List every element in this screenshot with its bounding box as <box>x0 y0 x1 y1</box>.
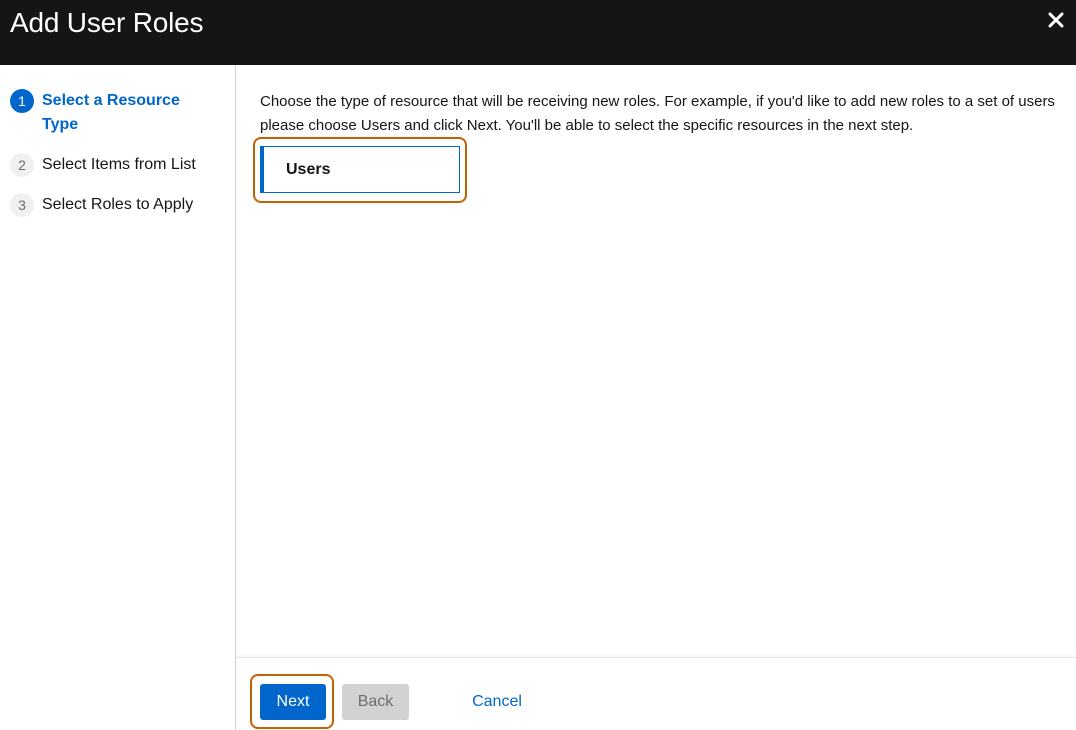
wizard-footer: Next Back Cancel <box>236 657 1076 730</box>
wizard-step-select-items[interactable]: 2 Select Items from List <box>10 153 212 177</box>
wizard-body: Choose the type of resource that will be… <box>236 65 1076 658</box>
step-label: Select Roles to Apply <box>42 196 194 213</box>
cancel-button[interactable]: Cancel <box>462 684 532 720</box>
resource-tile-users[interactable]: Users <box>260 146 460 193</box>
resource-tile-label: Users <box>286 160 331 178</box>
wizard-nav: 1 Select a Resource Type 2 Select Items … <box>0 65 236 730</box>
modal-title: Add User Roles <box>10 7 204 38</box>
close-icon <box>1048 12 1064 28</box>
wizard-step-select-roles[interactable]: 3 Select Roles to Apply <box>10 193 212 217</box>
step-number: 1 <box>10 89 34 113</box>
close-button[interactable] <box>1044 8 1068 32</box>
next-button[interactable]: Next <box>260 684 326 720</box>
step-label: Select Items from List <box>42 156 196 173</box>
step-label: Select a Resource Type <box>42 92 180 133</box>
modal-header: Add User Roles <box>0 0 1076 65</box>
instructions-text: Choose the type of resource that will be… <box>260 93 1055 134</box>
back-button[interactable]: Back <box>342 684 409 720</box>
wizard-step-select-resource-type[interactable]: 1 Select a Resource Type <box>10 89 212 137</box>
step-number: 3 <box>10 193 34 217</box>
step-number: 2 <box>10 153 34 177</box>
